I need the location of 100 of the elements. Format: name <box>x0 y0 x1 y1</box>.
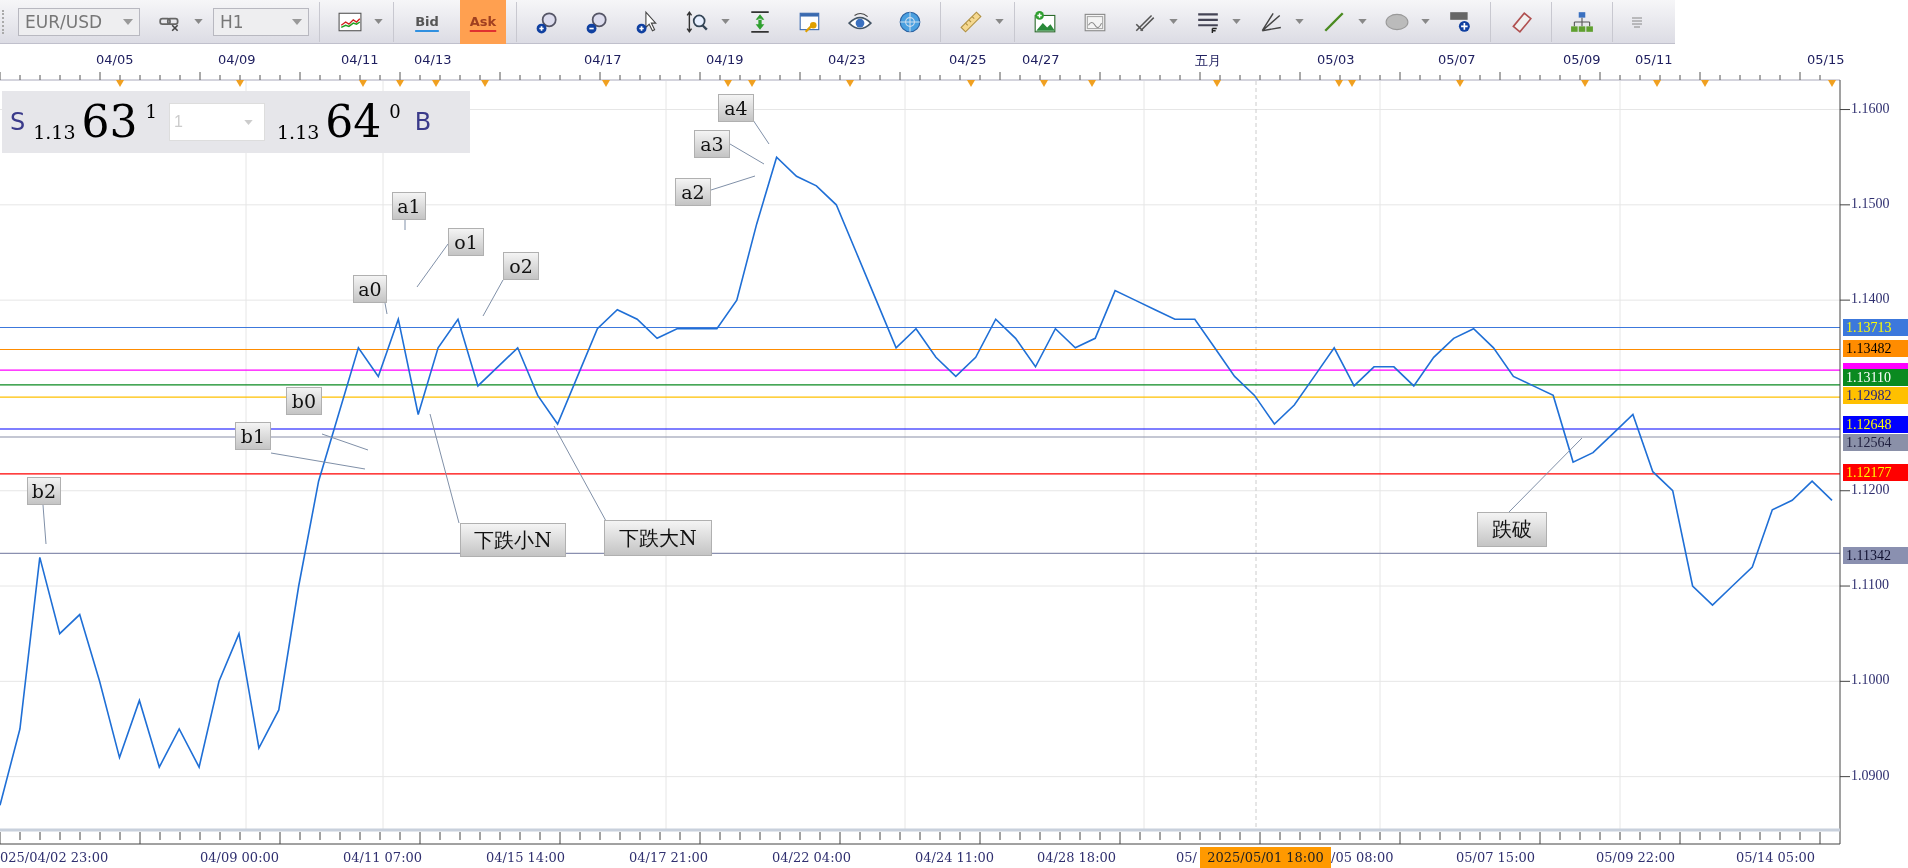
annotation-label: b1 <box>235 422 271 450</box>
date-label: 04/25 <box>949 52 987 67</box>
price-tick-label: 1.1000 <box>1851 672 1890 689</box>
event-marker <box>724 80 732 87</box>
price-level-label: 1.12564 <box>1843 434 1908 451</box>
caret-icon[interactable] <box>1295 19 1304 24</box>
zoom-in-icon[interactable] <box>535 9 559 34</box>
buy-label[interactable]: B <box>414 108 432 136</box>
caret-icon[interactable] <box>374 19 383 24</box>
fit-vertical-icon[interactable] <box>748 9 772 34</box>
date-label: 05/03 <box>1317 52 1355 67</box>
globe-icon[interactable] <box>898 9 922 34</box>
event-marker <box>748 80 756 87</box>
event-marker <box>1456 80 1464 87</box>
event-marker <box>396 80 404 87</box>
event-marker <box>1581 80 1589 87</box>
price-level-label: 1.13110 <box>1843 369 1908 386</box>
time-label: 05/09 22:00 <box>1596 850 1676 865</box>
zoom-out-icon[interactable] <box>585 9 609 34</box>
ask-price-prefix: 1.13 <box>277 121 320 143</box>
event-marker <box>1348 80 1356 87</box>
annotation-label: 跌破 <box>1477 512 1547 547</box>
price-level-label: 1.12648 <box>1843 416 1908 433</box>
price-level-label: 1.12982 <box>1843 387 1908 404</box>
timeframe-dropdown[interactable]: H1 <box>213 7 309 36</box>
caret-icon <box>292 18 302 25</box>
time-label: 04/28 18:00 <box>1037 850 1117 865</box>
date-label: 05/09 <box>1563 52 1601 67</box>
add-image-icon[interactable] <box>1033 9 1057 34</box>
caret-icon[interactable] <box>1232 19 1241 24</box>
date-label: 04/19 <box>706 52 744 67</box>
time-label: /05 08:00 <box>1331 850 1394 865</box>
caret-icon[interactable] <box>1358 19 1367 24</box>
annotation-label: b2 <box>27 477 61 505</box>
date-label: 04/23 <box>828 52 866 67</box>
hierarchy-icon[interactable] <box>1570 9 1594 34</box>
bid-price: 63 <box>81 100 138 144</box>
date-label: 04/09 <box>218 52 256 67</box>
caret-icon[interactable] <box>1169 19 1178 24</box>
caret-icon[interactable] <box>721 19 730 24</box>
caret-icon[interactable] <box>194 19 203 24</box>
event-marker <box>432 80 440 87</box>
time-label: 05/07 15:00 <box>1456 850 1536 865</box>
time-label: 05/14 05:00 <box>1736 850 1816 865</box>
time-label: 04/15 14:00 <box>486 850 566 865</box>
price-level-label: 1.13713 <box>1843 319 1908 336</box>
time-label: 04/09 00:00 <box>200 850 280 865</box>
time-label: 025/04/02 23:00 <box>0 850 109 865</box>
event-marker <box>1653 80 1661 87</box>
ask-pip: 0 <box>389 101 401 122</box>
ask-button[interactable]: Ask <box>460 0 506 44</box>
price-level-label: 1.12177 <box>1843 464 1908 481</box>
event-marker <box>359 80 367 87</box>
pointer-plus-icon[interactable] <box>635 9 659 34</box>
date-label: 04/13 <box>414 52 452 67</box>
event-marker <box>1088 80 1096 87</box>
time-label: 04/22 04:00 <box>772 850 852 865</box>
date-label: 04/05 <box>96 52 134 67</box>
annotation-label: a0 <box>353 275 387 303</box>
bid-button[interactable]: Bid <box>404 0 450 44</box>
date-label: 04/11 <box>341 52 379 67</box>
vertical-zoom-icon[interactable] <box>685 9 709 34</box>
annotation-label: a1 <box>392 192 426 220</box>
leader-line <box>416 243 449 288</box>
leader-line <box>42 504 47 545</box>
event-marker <box>236 80 244 87</box>
price-level-label: 1.13482 <box>1843 340 1908 357</box>
time-label: 04/11 07:00 <box>343 850 423 865</box>
leader-line <box>404 219 406 231</box>
sell-label[interactable]: S <box>10 108 26 136</box>
annotation-label: 下跌小N <box>460 523 566 557</box>
leader-line <box>482 279 504 317</box>
event-marker <box>967 80 975 87</box>
annotation-label: a4 <box>718 94 754 122</box>
event-marker <box>481 80 489 87</box>
event-marker <box>846 80 854 87</box>
symbol-dropdown[interactable]: EUR/USD <box>18 7 140 36</box>
annotation-label: 下跌大N <box>604 520 712 556</box>
annotation-label: b0 <box>286 387 322 415</box>
crosshair-time-label: 2025/05/01 18:00 <box>1200 847 1331 868</box>
annotation-label: o1 <box>448 228 484 256</box>
date-label: 05/11 <box>1635 52 1673 67</box>
time-label: 04/24 11:00 <box>915 850 995 865</box>
event-marker <box>1335 80 1343 87</box>
annotation-label: a3 <box>694 130 730 158</box>
ruler-icon[interactable] <box>959 9 983 34</box>
event-marker <box>1040 80 1048 87</box>
caret-icon[interactable] <box>1421 19 1430 24</box>
price-tick-label: 1.1500 <box>1851 195 1890 212</box>
event-marker <box>602 80 610 87</box>
annotation-label: o2 <box>503 252 539 280</box>
price-tick-label: 1.1100 <box>1851 577 1889 594</box>
price-tick-label: 1.1200 <box>1851 481 1890 498</box>
leader-line <box>384 302 388 315</box>
annotation-label: a2 <box>675 178 711 206</box>
price-tick-label: 1.1600 <box>1851 100 1890 117</box>
event-marker <box>116 80 124 87</box>
date-label: 04/27 <box>1022 52 1060 67</box>
caret-icon[interactable] <box>995 19 1004 24</box>
event-marker <box>1828 80 1836 87</box>
